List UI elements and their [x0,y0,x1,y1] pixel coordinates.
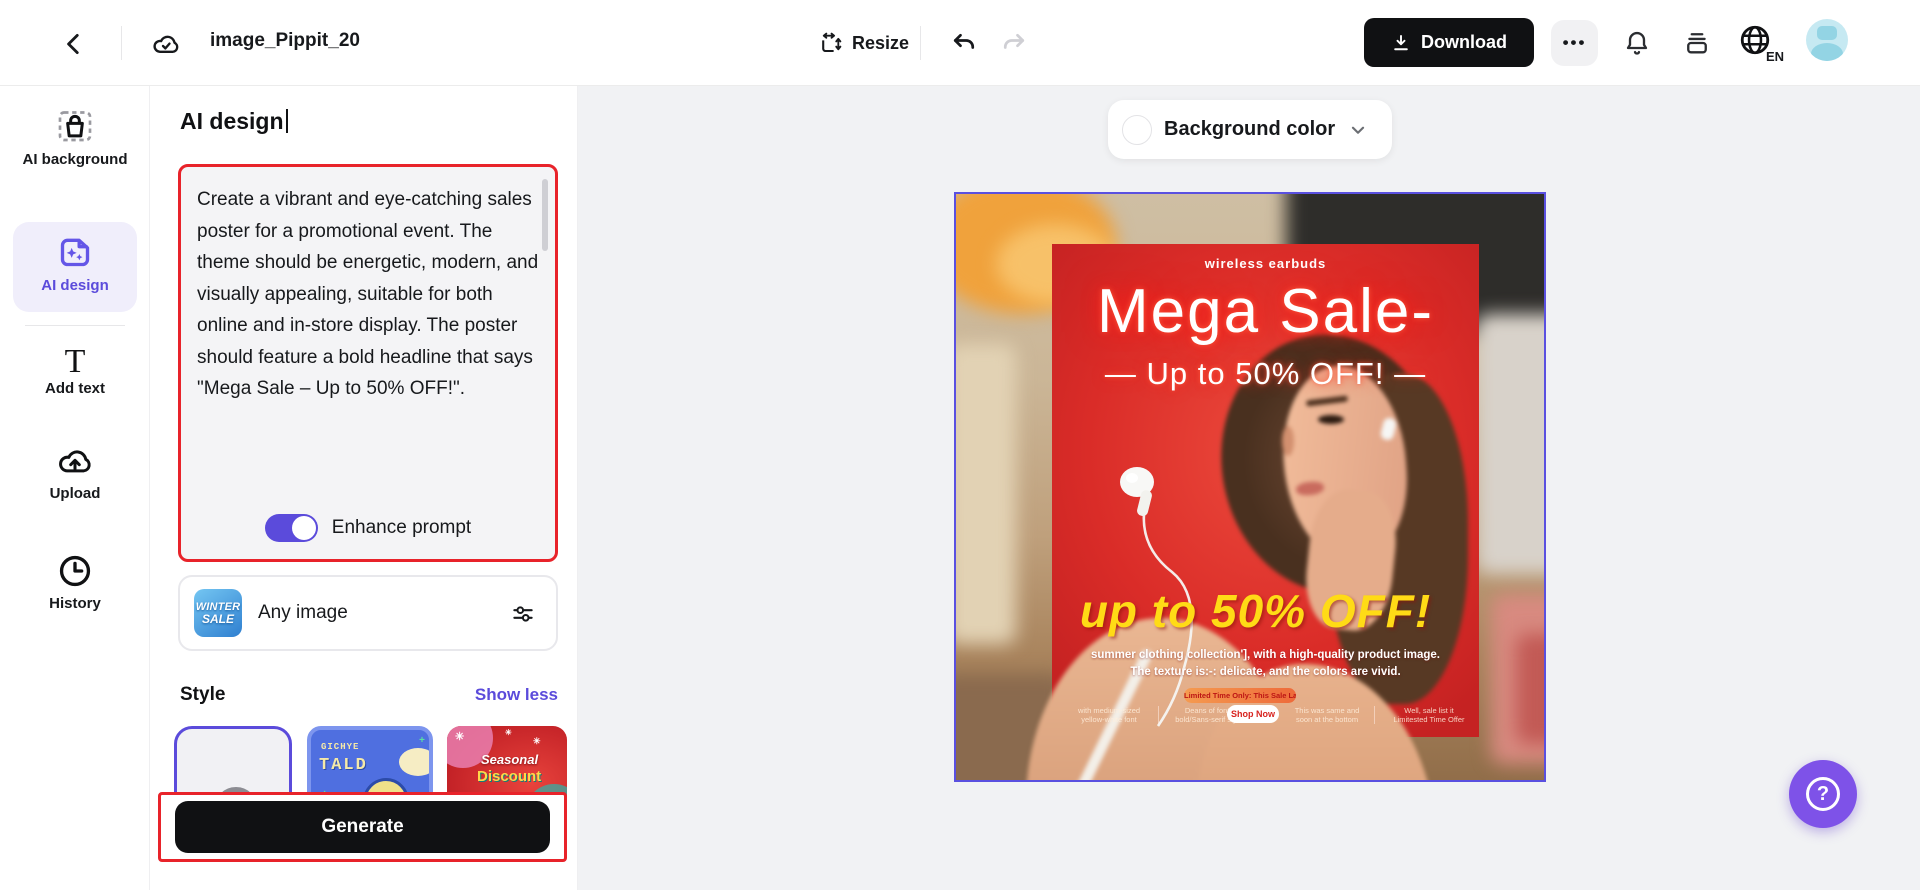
download-icon [1394,34,1408,50]
image-type-selector[interactable]: WINTER SALE Any image [178,575,558,651]
assets-drawer-button[interactable] [1676,22,1718,64]
panel-title: AI design [180,108,288,135]
sidebar-item-history[interactable]: History [0,552,150,613]
upload-cloud-icon [59,450,91,473]
toggle-knob [291,516,316,540]
pixel-tile-text: TALD [319,756,368,775]
sidebar-item-label: Upload [49,485,101,502]
sidebar-item-upload[interactable]: Upload [0,442,150,503]
document-title[interactable]: image_Pippit_20 [210,30,360,52]
enhance-prompt-toggle-on[interactable] [264,514,318,542]
download-button[interactable]: Download [1364,18,1534,67]
sidebar-item-ai-background[interactable]: AI background [0,104,150,169]
prompt-text: Create a vibrant and eye-catching sales … [197,189,539,399]
seasonal-tile-text: Seasonal [481,752,539,767]
chevron-down-icon [1352,126,1365,134]
back-chevron-icon [67,33,79,55]
pixel-sparkle: + [419,736,426,747]
poster-footnote: This was same and soon at the bottom [1294,706,1360,724]
selected-poster-artboard[interactable]: wireless earbuds Mega Sale- — Up to 50% … [954,192,1546,782]
seasonal-tile-text: Discount [477,768,542,785]
poster-footnote-divider [1158,706,1159,724]
top-bar: image_Pippit_20 Resize Download ••• EN [0,0,1920,86]
question-mark-icon: ? [1806,777,1840,811]
filter-sliders-icon[interactable] [510,601,536,627]
drawer-icon [1687,33,1707,54]
redo-icon [1003,33,1025,49]
snowflake-glyph: ✳ [505,728,512,737]
background-color-swatch [1122,114,1152,145]
thumb-text: SALE [201,611,234,626]
poster-body-line: summer clothing collection'], with a hig… [1090,649,1441,661]
background-color-dropdown[interactable]: Background color [1108,100,1392,159]
prompt-scrollbar[interactable] [542,179,548,251]
sidebar-item-label: AI design [41,277,109,294]
notifications-button[interactable] [1616,22,1658,64]
sidebar-item-label: AI background [22,151,128,168]
resize-label: Resize [852,32,910,53]
sidebar-item-label: Add text [45,380,105,397]
resize-button[interactable]: Resize [810,22,917,64]
poster-body-line: The texture is:-: delicate, and the colo… [1130,666,1401,678]
background-color-label: Background color [1164,118,1336,140]
style-header-row: Style Show less [180,684,558,706]
history-clock-icon [59,555,91,587]
enhance-prompt-label: Enhance prompt [331,517,472,538]
text-cursor [285,109,288,133]
cloud-save-status[interactable] [148,26,184,62]
poster-footnote-divider [1374,706,1375,724]
more-options-button[interactable]: ••• [1551,20,1598,66]
snowflake-glyph: ✳ [533,736,541,746]
download-label: Download [1421,32,1507,52]
generate-button[interactable]: Generate [175,801,550,853]
help-button[interactable]: ? [1789,760,1857,828]
left-sidebar: AI background AI design T Add text Uploa… [0,86,150,890]
poster-offer-text: up to 50% OFF! [1079,585,1432,637]
redo-button-disabled[interactable] [994,24,1034,64]
poster-kicker: wireless earbuds [1204,256,1327,271]
shop-now-button: Shop Now [1227,705,1279,723]
sidebar-item-ai-design-active[interactable]: AI design [13,222,137,312]
poster-ribbon-badge: Limited Time Only: This Sale Last [1184,688,1296,703]
thumb-text: WINTER [195,600,241,613]
ai-design-icon [60,238,90,267]
back-button[interactable] [54,24,94,64]
image-type-label: Any image [258,602,348,623]
enhance-prompt-row: Enhance prompt [181,514,555,542]
language-button[interactable]: EN [1736,20,1784,66]
sidebar-divider [25,325,125,326]
undo-icon [953,33,975,49]
pixel-speech-bubble [399,748,429,776]
topbar-divider [920,26,921,60]
prompt-textarea[interactable]: Create a vibrant and eye-catching sales … [178,164,558,562]
topbar-divider [121,26,122,60]
ai-background-icon [58,111,92,142]
poster-footnote: with medium-sized yellow-white font [1077,706,1141,724]
winter-sale-thumbnail: WINTER SALE [194,589,242,637]
poster-subheadline: — Up to 50% OFF! — [1104,356,1427,391]
cloud-check-icon [153,35,179,53]
bell-icon [1626,31,1648,55]
avatar-body-shape [1811,43,1843,61]
pixel-tile-text: GICHYE [321,742,360,752]
canvas-area[interactable]: Background color wireless earbuds Mega S… [579,86,1920,890]
add-text-icon: T [64,343,86,380]
language-label: EN [1765,49,1784,64]
poster-headline: Mega Sale- [1096,277,1435,346]
generate-highlight-box: Generate [158,792,567,862]
undo-button[interactable] [944,24,984,64]
resize-icon [822,32,842,52]
sidebar-item-add-text[interactable]: T Add text [0,344,150,398]
sidebar-item-label: History [49,595,101,612]
app-root: image_Pippit_20 Resize Download ••• EN A… [0,0,1920,890]
ai-design-panel: AI design Create a vibrant and eye-catch… [150,86,578,890]
poster-footnote: Well, sale list it Limitested Time Offer [1393,706,1465,724]
snowflake-glyph: ✳ [455,731,465,743]
show-less-link[interactable]: Show less [475,685,558,705]
avatar-head-shape [1817,26,1837,40]
style-heading: Style [180,684,226,705]
user-avatar[interactable] [1806,19,1848,61]
